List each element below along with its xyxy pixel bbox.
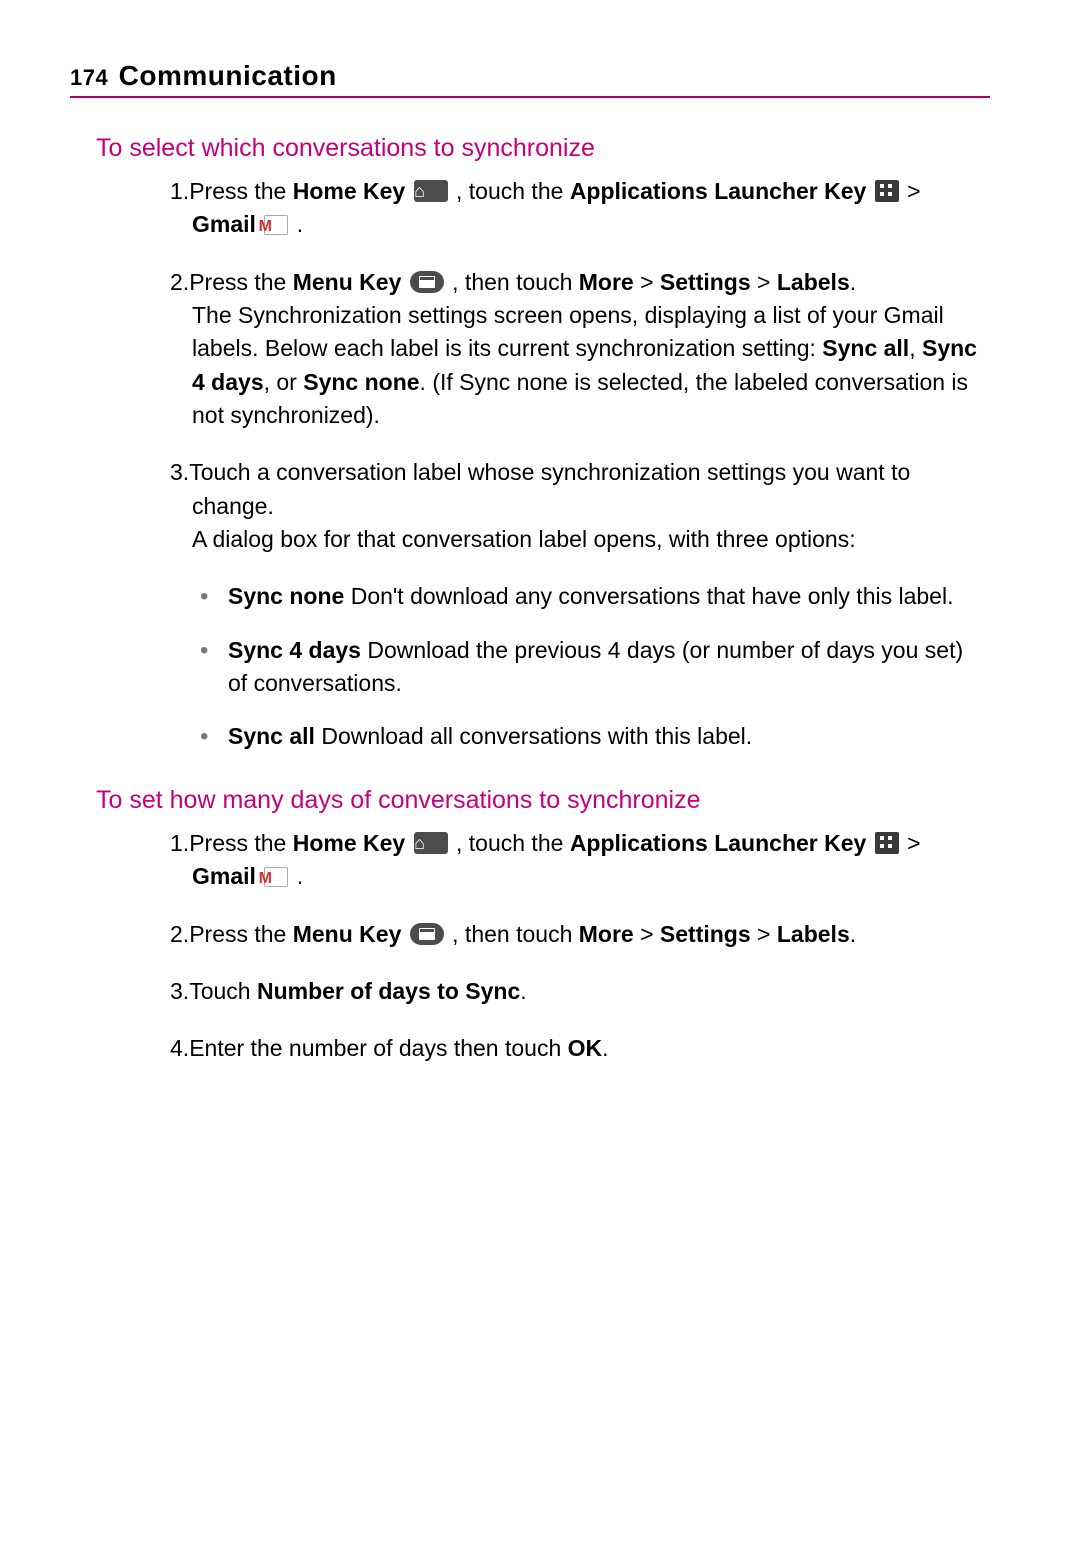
dialog-description: A dialog box for that conversation label… (192, 523, 856, 556)
settings-label: Settings (660, 269, 751, 295)
menu-key-label: Menu Key (293, 921, 402, 947)
text: > (634, 921, 660, 947)
text: . (290, 211, 303, 237)
sync-description: The Synchronization settings screen open… (192, 299, 980, 432)
step-4b: 4.Enter the number of days then touch OK… (170, 1032, 980, 1065)
labels-label: Labels (777, 921, 850, 947)
option-sync-all: Sync all Download all conversations with… (200, 720, 980, 753)
settings-label: Settings (660, 921, 751, 947)
step-number: 3. (170, 978, 189, 1004)
ok-label: OK (568, 1035, 603, 1061)
steps-list-1: 1.Press the Home Key , touch the Applica… (170, 175, 980, 556)
text: . (520, 978, 526, 1004)
text: , touch the (450, 830, 570, 856)
more-label: More (579, 921, 634, 947)
text: Press the (189, 269, 293, 295)
text: Touch a conversation label whose synchro… (189, 459, 910, 518)
text: > (751, 269, 777, 295)
text: > (901, 830, 921, 856)
home-key-label: Home Key (293, 178, 405, 204)
option-text: Don't download any conversations that ha… (344, 583, 953, 609)
text: , touch the (450, 178, 570, 204)
text: > (901, 178, 921, 204)
section-title-sync-days: To set how many days of conversations to… (96, 786, 990, 815)
gmail-label: Gmail (192, 863, 256, 889)
text: Press the (189, 921, 293, 947)
text: . (602, 1035, 608, 1061)
page: 174 Communication To select which conver… (0, 0, 1080, 1150)
text: Press the (189, 178, 293, 204)
step-number: 2. (170, 269, 189, 295)
step-3b: 3.Touch Number of days to Sync. (170, 975, 980, 1008)
option-label: Sync 4 days (228, 637, 361, 663)
text: Enter the number of days then touch (189, 1035, 567, 1061)
step-number: 1. (170, 830, 189, 856)
step-2b: 2.Press the Menu Key , then touch More >… (170, 918, 980, 951)
labels-label: Labels (777, 269, 850, 295)
text: , then touch (446, 269, 579, 295)
step-number: 2. (170, 921, 189, 947)
text: . (290, 863, 303, 889)
menu-key-label: Menu Key (293, 269, 402, 295)
step-number: 4. (170, 1035, 189, 1061)
text: > (751, 921, 777, 947)
apps-launcher-icon (875, 832, 899, 854)
option-label: Sync none (228, 583, 344, 609)
text: > (634, 269, 660, 295)
step-2: 2.Press the Menu Key , then touch More >… (170, 266, 980, 433)
chapter-title: Communication (119, 60, 337, 91)
apps-launcher-icon (875, 180, 899, 202)
option-text: Download all conversations with this lab… (315, 723, 752, 749)
num-days-label: Number of days to Sync (257, 978, 520, 1004)
option-sync-4days: Sync 4 days Download the previous 4 days… (200, 634, 980, 701)
page-number: 174 (70, 65, 108, 90)
gmail-icon (264, 215, 288, 235)
page-header: 174 Communication (70, 60, 990, 98)
home-key-label: Home Key (293, 830, 405, 856)
menu-key-icon (410, 271, 444, 293)
apps-launcher-label: Applications Launcher Key (570, 830, 867, 856)
gmail-label: Gmail (192, 211, 256, 237)
more-label: More (579, 269, 634, 295)
text: Press the (189, 830, 293, 856)
home-key-icon (414, 180, 448, 202)
apps-launcher-label: Applications Launcher Key (570, 178, 867, 204)
step-1: 1.Press the Home Key , touch the Applica… (170, 175, 980, 242)
sync-options-list: Sync none Don't download any conversatio… (200, 580, 980, 753)
menu-key-icon (410, 923, 444, 945)
step-number: 1. (170, 178, 189, 204)
text: . (850, 921, 856, 947)
section-title-sync-select: To select which conversations to synchro… (96, 134, 990, 163)
steps-list-2: 1.Press the Home Key , touch the Applica… (170, 827, 980, 1066)
text: , then touch (446, 921, 579, 947)
text: Touch (189, 978, 257, 1004)
option-label: Sync all (228, 723, 315, 749)
step-1b: 1.Press the Home Key , touch the Applica… (170, 827, 980, 894)
home-key-icon (414, 832, 448, 854)
text: . (850, 269, 856, 295)
option-sync-none: Sync none Don't download any conversatio… (200, 580, 980, 613)
step-number: 3. (170, 459, 189, 485)
gmail-icon (264, 867, 288, 887)
step-3: 3.Touch a conversation label whose synch… (170, 456, 980, 556)
